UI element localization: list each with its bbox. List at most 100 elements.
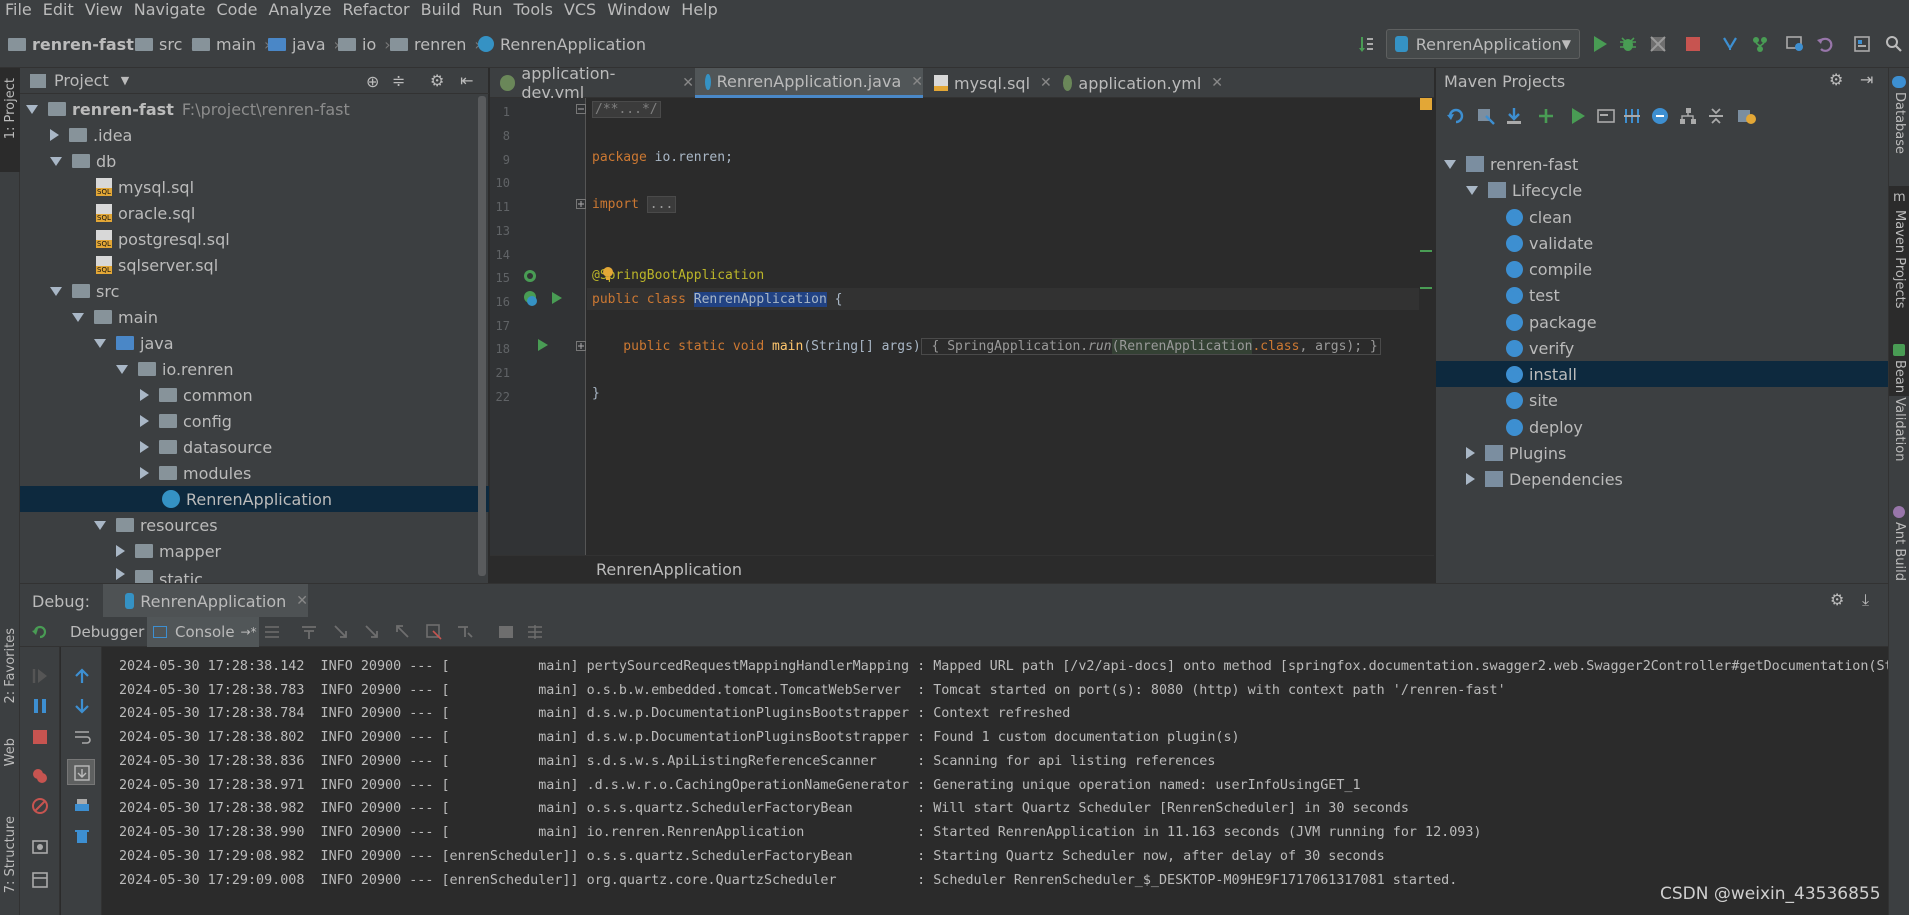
close-icon[interactable]: ✕ (1211, 75, 1223, 91)
lightbulb-icon[interactable] (601, 266, 615, 282)
web-tool-tab[interactable]: Web (3, 738, 18, 766)
show-execution-point-icon[interactable] (263, 623, 281, 641)
maven-goal-package[interactable]: package (1436, 309, 1889, 335)
stop-icon[interactable] (31, 728, 49, 746)
breadcrumb-java[interactable]: java › (268, 32, 340, 56)
force-step-into-icon[interactable] (363, 623, 381, 641)
maven-goal-clean[interactable]: clean (1436, 204, 1889, 230)
breadcrumb-project[interactable]: renren-fast› (8, 32, 148, 56)
search-icon[interactable] (1884, 34, 1904, 54)
menu-tools[interactable]: Tools (509, 0, 559, 20)
print-icon[interactable] (73, 797, 91, 815)
tree-node-db[interactable]: db (20, 148, 489, 174)
project-structure-icon[interactable] (1852, 34, 1872, 54)
tree-node-postgresql-sql[interactable]: postgresql.sql (20, 226, 489, 252)
menu-file[interactable]: File (0, 0, 38, 20)
tab-mysql-sql[interactable]: mysql.sql ✕ (924, 68, 1052, 98)
generate-sources-icon[interactable] (1476, 106, 1496, 126)
coverage-icon[interactable] (1648, 34, 1668, 54)
bean-marker-icon[interactable] (522, 268, 538, 284)
show-dependencies-icon[interactable] (1678, 106, 1698, 126)
maven-dependencies[interactable]: Dependencies (1436, 466, 1889, 492)
tree-node-datasource[interactable]: datasource (20, 434, 489, 460)
menu-refactor[interactable]: Refactor (338, 0, 416, 20)
clear-all-icon[interactable] (73, 827, 91, 845)
locate-icon[interactable]: ⊕ (366, 72, 379, 91)
close-icon[interactable]: ✕ (296, 593, 308, 609)
maven-root-renren-fast[interactable]: renren-fast (1436, 151, 1889, 177)
download-icon[interactable] (1504, 106, 1524, 126)
breadcrumb-io[interactable]: io › (338, 32, 391, 56)
breadcrumb-src[interactable]: src› (135, 32, 197, 56)
collapse-all-icon[interactable] (1706, 106, 1726, 126)
vcs-commit-icon[interactable] (1750, 34, 1770, 54)
ant-build-tool-tab[interactable]: Ant Build (1892, 522, 1907, 581)
maven-lifecycle[interactable]: Lifecycle (1436, 177, 1889, 203)
menu-vcs[interactable]: VCS (559, 0, 602, 20)
breadcrumb-renren[interactable]: renren› (390, 32, 481, 56)
menu-help[interactable]: Help (676, 0, 723, 20)
maven-settings-icon[interactable] (1736, 106, 1758, 126)
build-icon[interactable] (1356, 34, 1376, 54)
tree-node-modules[interactable]: modules (20, 460, 489, 486)
fold-icon[interactable] (576, 199, 586, 209)
rerun-icon[interactable] (31, 623, 49, 641)
toggle-offline-icon[interactable] (1622, 106, 1642, 126)
pause-icon[interactable] (31, 697, 49, 715)
maven-goal-install[interactable]: install (1436, 361, 1889, 387)
menu-build[interactable]: Build (416, 0, 467, 20)
tab-application-dev-yml[interactable]: application-dev.yml ✕ (490, 64, 694, 102)
tree-node-java[interactable]: java (20, 330, 489, 356)
project-tool-tab[interactable]: 1: Project (3, 78, 18, 139)
tree-node-idea[interactable]: .idea (20, 122, 489, 148)
debug-session-tab[interactable]: RenrenApplication ✕ (103, 584, 308, 618)
bean-validation-tool-tab[interactable]: Bean Validation (1892, 360, 1907, 461)
tree-node-resources[interactable]: resources (20, 512, 489, 538)
scroll-to-end-toggle[interactable] (67, 759, 95, 785)
maven-goal-validate[interactable]: validate (1436, 230, 1889, 256)
tree-node-mysql-sql[interactable]: mysql.sql (20, 174, 489, 200)
arrow-down-icon[interactable] (73, 697, 91, 715)
tab-renren-application-java[interactable]: RenrenApplication.java ✕ (695, 68, 923, 98)
evaluate-expression-icon[interactable] (497, 623, 515, 641)
warning-indicator-icon[interactable] (1420, 98, 1432, 110)
run-icon[interactable] (1568, 106, 1588, 126)
fold-icon[interactable] (576, 104, 586, 114)
tree-node-main[interactable]: main (20, 304, 489, 330)
maven-plugins[interactable]: Plugins (1436, 440, 1889, 466)
close-icon[interactable]: ✕ (682, 75, 694, 91)
get-thread-dump-icon[interactable] (31, 838, 49, 856)
gear-icon[interactable]: ⚙ (1829, 70, 1843, 89)
editor-gutter[interactable]: 1 8 9 10 11 13 14 15 16 17 18 21 22 (490, 98, 586, 555)
favorites-tool-tab[interactable]: 2: Favorites (3, 628, 18, 704)
tree-node-common[interactable]: common (20, 382, 489, 408)
database-tool-tab[interactable]: Database (1892, 92, 1907, 154)
hide-panel-icon[interactable]: ⇤ (460, 71, 473, 90)
hide-panel-icon[interactable]: ⇥ (1860, 70, 1873, 89)
fold-icon[interactable] (576, 341, 586, 351)
gear-icon[interactable]: ⚙ (1830, 590, 1844, 609)
console-output[interactable]: 2024-05-30 17:28:38.142 INFO 20900 --- [… (103, 647, 1888, 915)
menu-code[interactable]: Code (212, 0, 264, 20)
menu-analyze[interactable]: Analyze (263, 0, 337, 20)
add-icon[interactable] (1536, 106, 1556, 126)
tree-node-io-renren[interactable]: io.renren (20, 356, 489, 382)
editor-breadcrumb[interactable]: RenrenApplication (490, 555, 1434, 583)
menu-edit[interactable]: Edit (38, 0, 80, 20)
tree-node-mapper[interactable]: mapper (20, 538, 489, 564)
execute-goal-icon[interactable] (1596, 106, 1616, 126)
tab-application-yml[interactable]: application.yml ✕ (1053, 68, 1223, 98)
step-over-icon[interactable] (300, 623, 318, 641)
breadcrumb-main[interactable]: main› (192, 32, 270, 56)
stop-icon[interactable] (1683, 34, 1703, 54)
tree-node-static[interactable]: static (20, 564, 489, 583)
menu-navigate[interactable]: Navigate (129, 0, 212, 20)
chevron-down-icon[interactable]: ▼ (121, 74, 129, 87)
maven-goal-deploy[interactable]: deploy (1436, 414, 1889, 440)
maven-goal-test[interactable]: test (1436, 282, 1889, 308)
tree-node-oracle-sql[interactable]: oracle.sql (20, 200, 489, 226)
tab-console[interactable]: Console →* (147, 617, 259, 647)
hide-panel-icon[interactable]: ⤓ (1862, 590, 1869, 610)
view-breakpoints-icon[interactable] (31, 767, 49, 785)
gear-icon[interactable]: ⚙ (430, 71, 444, 90)
